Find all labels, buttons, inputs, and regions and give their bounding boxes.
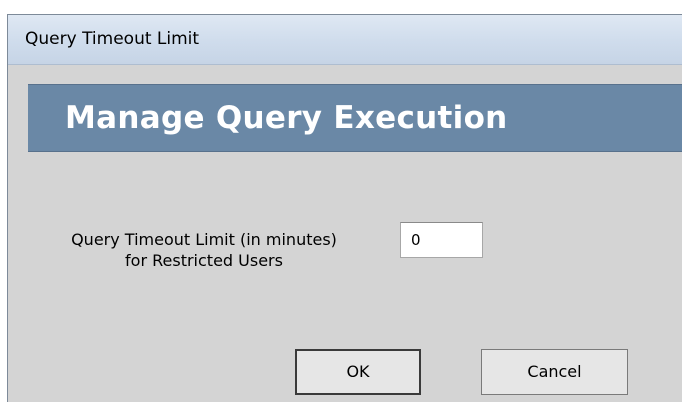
timeout-limit-label-line1: Query Timeout Limit (in minutes) bbox=[71, 230, 337, 249]
dialog-title: Query Timeout Limit bbox=[25, 29, 200, 49]
timeout-limit-label: Query Timeout Limit (in minutes) for Res… bbox=[36, 229, 372, 271]
ok-button[interactable]: OK bbox=[295, 349, 421, 395]
timeout-limit-input[interactable] bbox=[400, 222, 483, 258]
header-banner: Manage Query Execution bbox=[28, 84, 682, 152]
query-timeout-dialog: Query Timeout Limit Manage Query Executi… bbox=[7, 14, 682, 402]
cancel-button[interactable]: Cancel bbox=[481, 349, 628, 395]
timeout-limit-label-line2: for Restricted Users bbox=[125, 251, 283, 270]
banner-heading: Manage Query Execution bbox=[65, 100, 508, 136]
dialog-title-bar[interactable]: Query Timeout Limit bbox=[8, 15, 682, 65]
